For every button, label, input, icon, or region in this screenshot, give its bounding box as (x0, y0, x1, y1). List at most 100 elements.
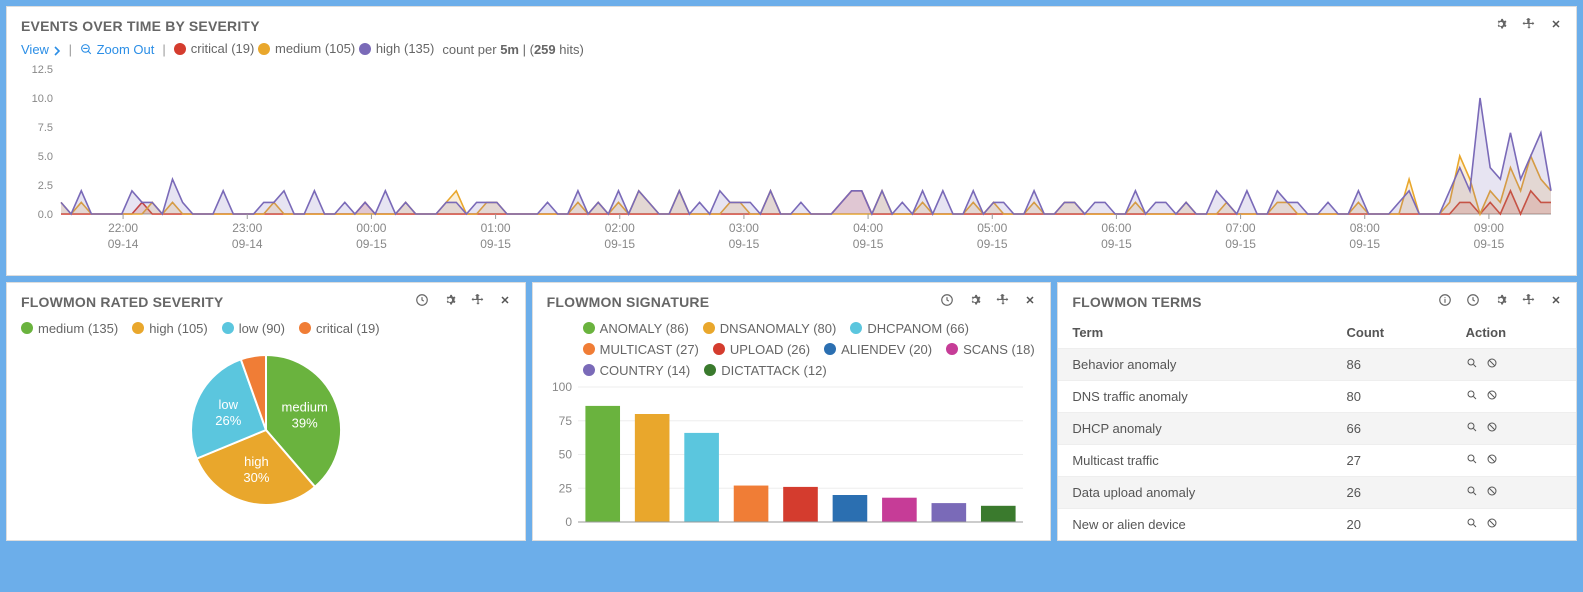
legend-dot-icon (703, 322, 715, 334)
legend-item[interactable]: low (90) (222, 321, 285, 336)
close-icon[interactable] (1024, 293, 1036, 311)
bar[interactable] (931, 503, 966, 522)
col-term: Term (1058, 317, 1332, 349)
clock-icon[interactable] (415, 293, 429, 311)
bar[interactable] (635, 414, 670, 522)
legend-item[interactable]: medium (105) (258, 41, 355, 56)
svg-text:09:00: 09:00 (1474, 221, 1504, 235)
svg-text:high: high (244, 454, 269, 469)
svg-text:75: 75 (558, 413, 572, 427)
svg-text:10.0: 10.0 (32, 93, 53, 105)
term-cell: Data upload anomaly (1058, 476, 1332, 508)
events-over-time-panel: EVENTS OVER TIME BY SEVERITY View | (6, 6, 1577, 276)
legend-item[interactable]: high (135) (359, 41, 435, 56)
gear-icon[interactable] (443, 293, 457, 311)
legend-dot-icon (174, 43, 186, 55)
search-icon[interactable] (1466, 485, 1478, 500)
legend-item[interactable]: SCANS (18) (946, 342, 1035, 357)
bar[interactable] (684, 432, 719, 521)
legend-dot-icon (258, 43, 270, 55)
clock-icon[interactable] (1466, 293, 1480, 311)
svg-text:09-15: 09-15 (604, 237, 635, 251)
legend-dot-icon (299, 322, 311, 334)
gear-icon[interactable] (1494, 17, 1508, 35)
legend-item[interactable]: DNSANOMALY (80) (703, 321, 837, 336)
move-icon[interactable] (996, 293, 1010, 311)
severity-pie-chart[interactable]: medium39%high30%low26% (116, 340, 416, 520)
bar[interactable] (832, 495, 867, 522)
svg-text:06:00: 06:00 (1101, 221, 1131, 235)
svg-text:12.5: 12.5 (32, 64, 53, 76)
ban-icon[interactable] (1486, 421, 1498, 436)
ban-icon[interactable] (1486, 357, 1498, 372)
bar[interactable] (882, 497, 917, 521)
legend-item[interactable]: medium (135) (21, 321, 118, 336)
view-dropdown[interactable]: View (21, 42, 61, 57)
move-icon[interactable] (1522, 17, 1536, 35)
svg-text:01:00: 01:00 (481, 221, 511, 235)
panel-title: EVENTS OVER TIME BY SEVERITY (21, 18, 260, 34)
ban-icon[interactable] (1486, 453, 1498, 468)
legend-item[interactable]: ALIENDEV (20) (824, 342, 932, 357)
close-icon[interactable] (499, 293, 511, 311)
search-icon[interactable] (1466, 421, 1478, 436)
close-icon[interactable] (1550, 293, 1562, 311)
bar[interactable] (981, 505, 1016, 521)
svg-text:25: 25 (558, 481, 572, 495)
legend-item[interactable]: critical (19) (299, 321, 380, 336)
action-cell (1452, 412, 1576, 444)
bar-legend: ANOMALY (86) DNSANOMALY (80) DHCPANOM (66)… (533, 317, 1051, 382)
move-icon[interactable] (1522, 293, 1536, 311)
svg-text:09-15: 09-15 (480, 237, 511, 251)
search-icon[interactable] (1466, 357, 1478, 372)
table-row: Behavior anomaly86 (1058, 348, 1576, 380)
legend-item[interactable]: COUNTRY (14) (583, 363, 691, 378)
panel-title: FLOWMON RATED SEVERITY (21, 294, 223, 310)
gear-icon[interactable] (1494, 293, 1508, 311)
gear-icon[interactable] (968, 293, 982, 311)
signature-bar-chart[interactable]: 0255075100 (533, 382, 1033, 532)
terms-panel: FLOWMON TERMS Term Count Action Behavior… (1057, 282, 1577, 541)
bar[interactable] (733, 485, 768, 521)
search-icon[interactable] (1466, 453, 1478, 468)
bar[interactable] (783, 486, 818, 521)
legend-item[interactable]: DICTATTACK (12) (704, 363, 826, 378)
info-icon[interactable] (1438, 293, 1452, 311)
svg-text:07:00: 07:00 (1226, 221, 1256, 235)
move-icon[interactable] (471, 293, 485, 311)
legend-dot-icon (359, 43, 371, 55)
terms-table: Term Count Action Behavior anomaly86DNS … (1058, 317, 1576, 540)
legend-dot-icon (222, 322, 234, 334)
legend-dot-icon (132, 322, 144, 334)
legend-item[interactable]: UPLOAD (26) (713, 342, 810, 357)
legend-item[interactable]: MULTICAST (27) (583, 342, 699, 357)
count-cell: 80 (1332, 380, 1451, 412)
svg-text:09-15: 09-15 (729, 237, 760, 251)
table-row: New or alien device20 (1058, 508, 1576, 540)
legend-dot-icon (583, 322, 595, 334)
events-line-chart[interactable]: 0.02.55.07.510.012.522:0009-1423:0009-14… (21, 64, 1561, 264)
legend-item[interactable]: DHCPANOM (66) (850, 321, 969, 336)
term-cell: New or alien device (1058, 508, 1332, 540)
search-icon[interactable] (1466, 517, 1478, 532)
legend-item[interactable]: critical (19) (174, 41, 255, 56)
legend-dot-icon (704, 364, 716, 376)
clock-icon[interactable] (940, 293, 954, 311)
col-count: Count (1332, 317, 1451, 349)
close-icon[interactable] (1550, 17, 1562, 35)
zoom-out-button[interactable]: Zoom Out (80, 42, 154, 57)
ban-icon[interactable] (1486, 517, 1498, 532)
action-cell (1452, 476, 1576, 508)
legend-item[interactable]: ANOMALY (86) (583, 321, 689, 336)
legend-dot-icon (583, 364, 595, 376)
ban-icon[interactable] (1486, 485, 1498, 500)
count-per-label: count per 5m | (259 hits) (442, 42, 583, 57)
svg-text:02:00: 02:00 (605, 221, 635, 235)
ban-icon[interactable] (1486, 389, 1498, 404)
search-icon[interactable] (1466, 389, 1478, 404)
legend-item[interactable]: high (105) (132, 321, 208, 336)
table-row: DNS traffic anomaly80 (1058, 380, 1576, 412)
panel-title: FLOWMON SIGNATURE (547, 294, 710, 310)
count-cell: 20 (1332, 508, 1451, 540)
bar[interactable] (585, 405, 620, 521)
